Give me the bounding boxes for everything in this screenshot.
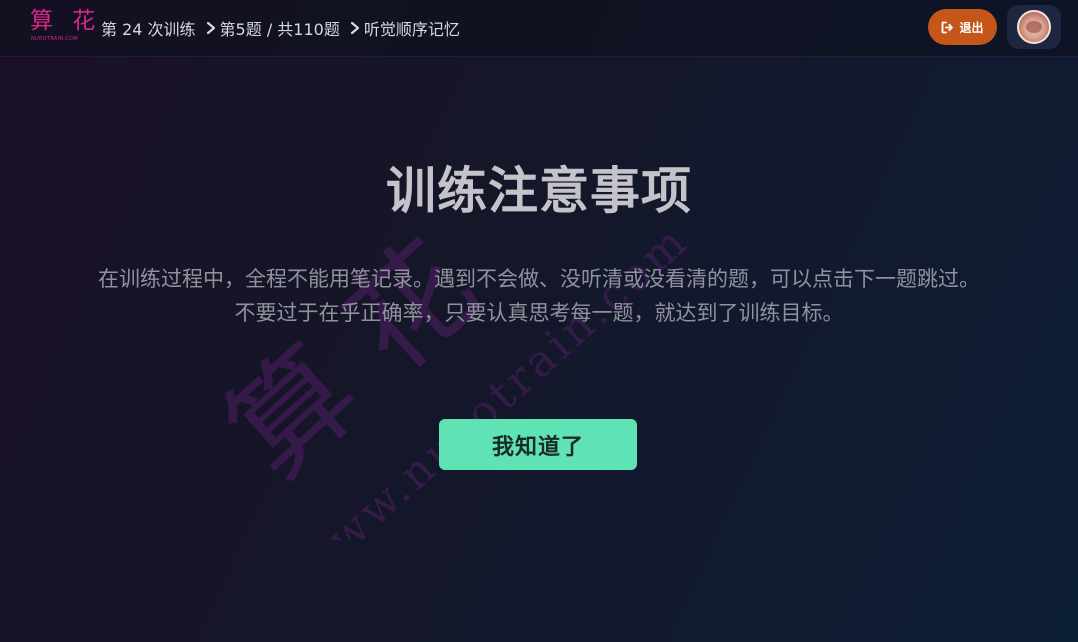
- logo-domain: NUROTRAIN.COM: [31, 36, 79, 42]
- training-notes: 在训练过程中，全程不能用笔记录。遇到不会做、没听清或没看清的题，可以点击下一题跳…: [0, 262, 1078, 330]
- exit-label: 退出: [959, 20, 984, 35]
- chevron-right-icon: [349, 16, 361, 40]
- breadcrumb-task: 听觉顺序记忆: [363, 20, 460, 39]
- exit-button[interactable]: 退出: [928, 9, 997, 45]
- acknowledge-button[interactable]: 我知道了: [439, 419, 637, 470]
- breadcrumb-progress: 第5题 / 共110题: [219, 20, 340, 39]
- note-line: 在训练过程中，全程不能用笔记录。遇到不会做、没听清或没看清的题，可以点击下一题跳…: [98, 267, 980, 291]
- logo-mark: 算 花: [30, 8, 102, 34]
- sign-out-icon: [941, 21, 954, 34]
- avatar-button[interactable]: [1007, 5, 1061, 49]
- top-bar: 算 花 NUROTRAIN.COM 第 24 次训练 第5题 / 共110题 听…: [0, 0, 1078, 57]
- breadcrumb: 第 24 次训练 第5题 / 共110题 听觉顺序记忆: [101, 16, 460, 40]
- breadcrumb-session: 第 24 次训练: [101, 20, 196, 39]
- page-title: 训练注意事项: [386, 162, 692, 220]
- chevron-right-icon: [205, 16, 217, 40]
- note-line: 不要过于在乎正确率，只要认真思考每一题，就达到了训练目标。: [234, 301, 844, 325]
- logo[interactable]: 算 花 NUROTRAIN.COM: [28, 7, 95, 45]
- avatar: [1017, 10, 1051, 44]
